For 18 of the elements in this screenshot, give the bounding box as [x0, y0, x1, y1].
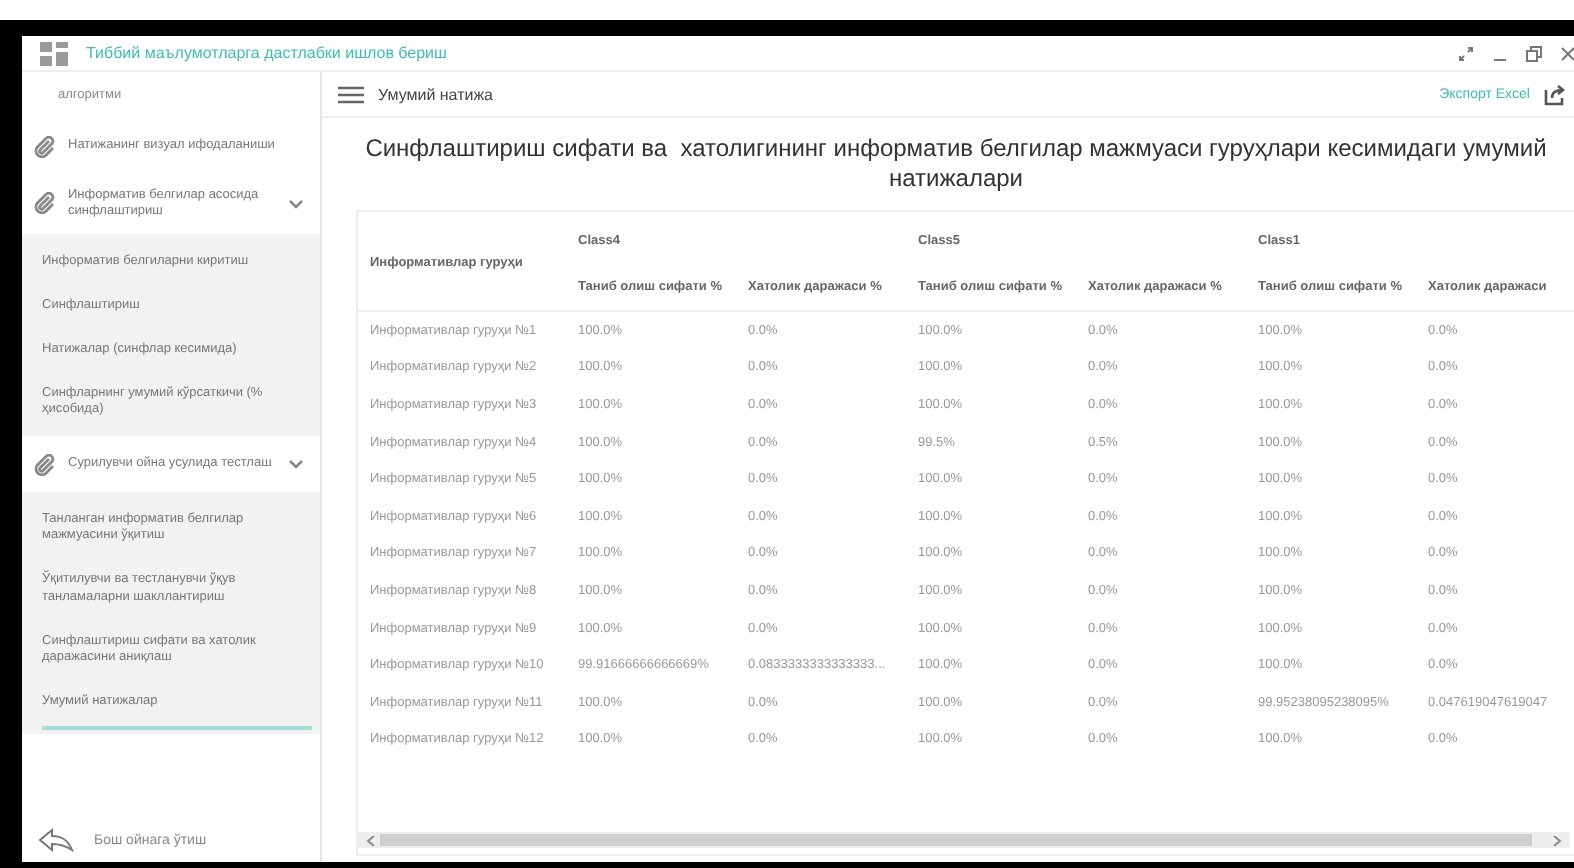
chevron-down-icon[interactable] [288, 456, 304, 473]
window-title: Тиббий маълумотларга дастлабки ишлов бериш [86, 44, 447, 62]
expand-icon[interactable] [1458, 45, 1474, 61]
report-title: Синфлаштириш сифати ва хатолигининг информатив белгилар мажмуаси гуруҳлари кесимидаги умумий натижалари [363, 132, 1549, 196]
paperclip-icon [34, 453, 56, 476]
chevron-down-icon[interactable] [288, 195, 304, 212]
export-icon[interactable] [1544, 83, 1566, 105]
paperclip-icon [34, 192, 56, 215]
close-icon[interactable] [1560, 45, 1574, 61]
page-title: Умумий натижа [378, 85, 494, 103]
back-arrow-icon [38, 828, 74, 852]
scroll-right-icon[interactable] [1552, 835, 1562, 845]
horizontal-scrollbar[interactable] [358, 832, 1570, 848]
restore-icon[interactable] [1526, 45, 1542, 61]
grid-icon [40, 41, 68, 65]
menu-icon[interactable] [338, 85, 364, 103]
paperclip-icon [34, 135, 56, 157]
scroll-left-icon[interactable] [366, 835, 376, 845]
